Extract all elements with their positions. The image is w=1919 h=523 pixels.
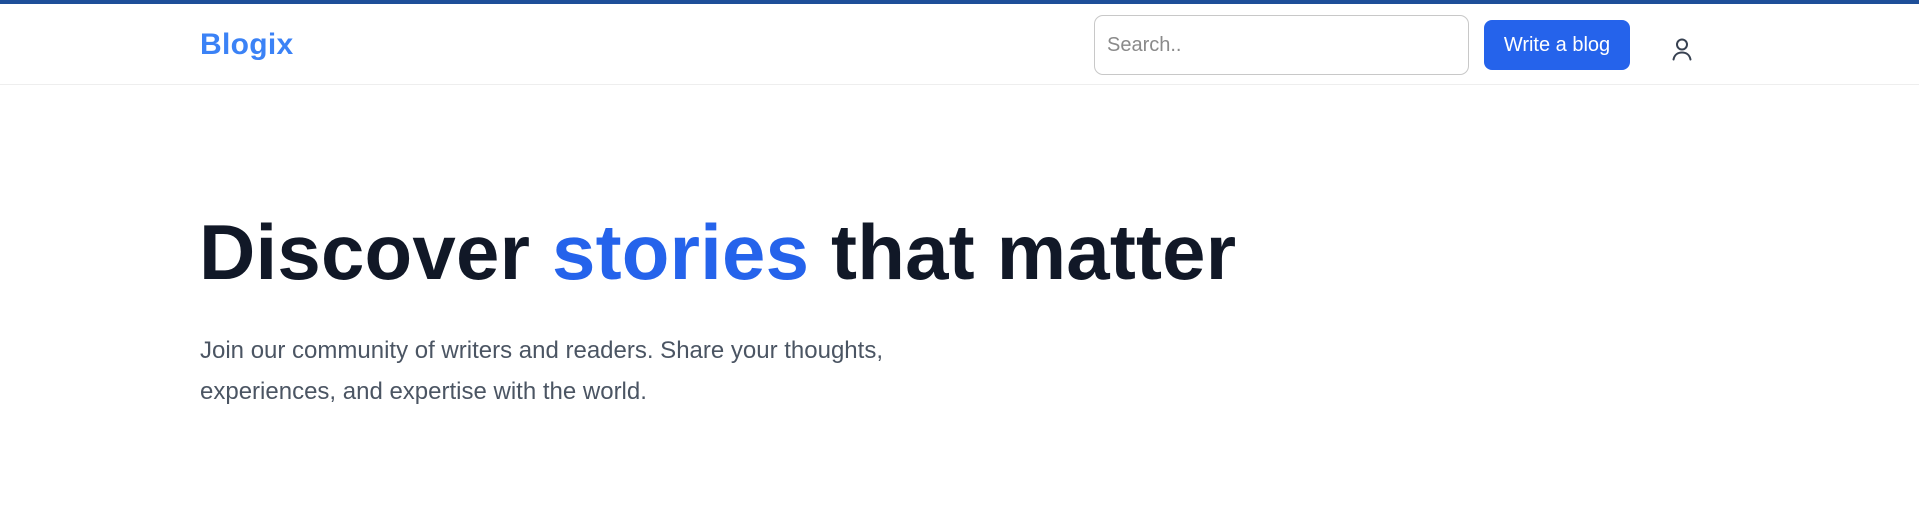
hero-title: Discover stories that matter xyxy=(199,206,1236,298)
hero-title-highlight: stories xyxy=(552,208,810,296)
write-blog-button[interactable]: Write a blog xyxy=(1484,20,1630,70)
hero-title-part1: Discover xyxy=(199,208,552,296)
hero-subtitle: Join our community of writers and reader… xyxy=(200,337,883,405)
hero-title-part2: that matter xyxy=(809,208,1237,296)
navbar: Blogix Write a blog xyxy=(0,4,1919,85)
search-input[interactable] xyxy=(1094,15,1469,75)
user-profile-button[interactable] xyxy=(1664,31,1700,67)
site-logo[interactable]: Blogix xyxy=(200,25,293,65)
user-icon xyxy=(1671,37,1693,61)
